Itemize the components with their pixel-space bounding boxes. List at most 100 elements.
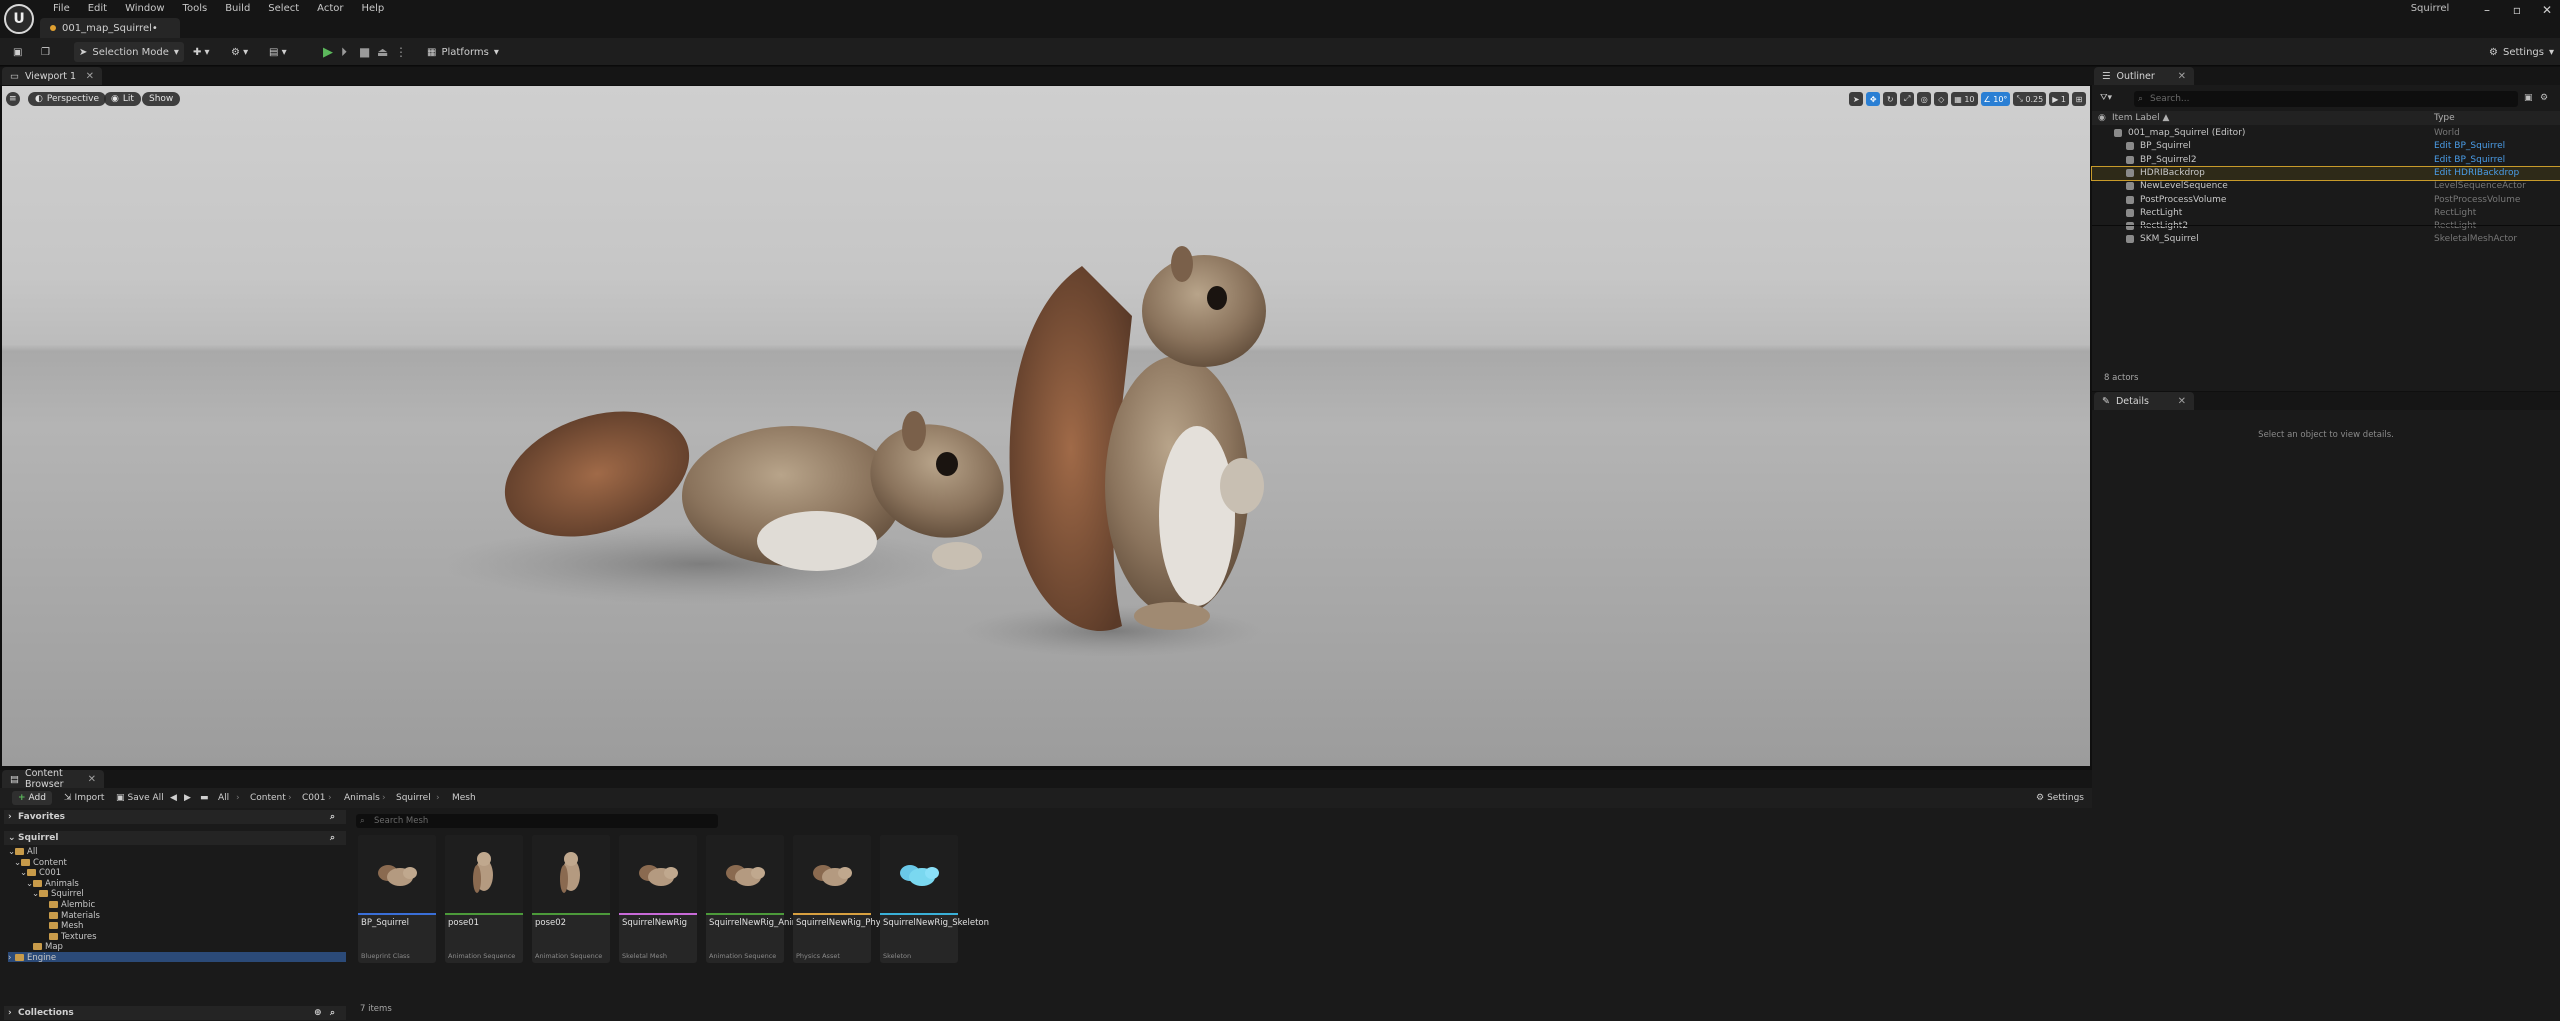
tree-folder-mesh[interactable]: Mesh	[42, 921, 83, 931]
step-button[interactable]: ⏵	[336, 42, 352, 62]
outliner-row[interactable]: SKM_Squirrel SkeletalMeshActor	[2092, 233, 2560, 246]
scale-snap-button[interactable]: ⤡ 0.25	[2013, 92, 2047, 106]
add-actor-button[interactable]: ✚ ▾	[188, 42, 215, 62]
add-collection-icon[interactable]: ⊕	[314, 1006, 322, 1020]
asset-tile[interactable]: pose02 Animation Sequence	[532, 835, 610, 963]
outliner-row[interactable]: NewLevelSequence LevelSequenceActor	[2092, 180, 2560, 193]
tree-folder-map[interactable]: Map	[26, 942, 63, 952]
gear-icon[interactable]: ⚙	[2540, 93, 2548, 103]
history-forward-icon[interactable]: ▶	[184, 791, 191, 805]
tab-outliner[interactable]: ☰ Outliner ✕	[2094, 67, 2194, 85]
tree-folder-engine[interactable]: › Engine	[8, 953, 56, 963]
outliner-search-input[interactable]: ⌕ Search...	[2134, 91, 2518, 107]
menu-edit[interactable]: Edit	[79, 2, 116, 16]
outliner-row[interactable]: BP_Squirrel2 Edit BP_Squirrel	[2092, 154, 2560, 167]
chevron-icon[interactable]: ⌄	[26, 879, 33, 889]
breadcrumb-c001[interactable]: C001	[302, 791, 325, 805]
platforms-button[interactable]: ▦ Platforms ▾	[422, 42, 504, 62]
play-options-button[interactable]: ⋮	[390, 42, 412, 62]
chevron-icon[interactable]: ⌄	[8, 847, 15, 857]
collections-header[interactable]: › Collections ⊕ ⌕	[4, 1006, 346, 1020]
chevron-icon[interactable]: ›	[8, 953, 15, 963]
visibility-icon[interactable]: ◉	[2098, 113, 2106, 123]
outliner-row[interactable]: 001_map_Squirrel (Editor) World	[2092, 127, 2560, 140]
asset-tile[interactable]: BP_Squirrel Blueprint Class	[358, 835, 436, 963]
select-tool-icon[interactable]: ➤	[1849, 92, 1864, 106]
viewport-menu-icon[interactable]: ≡	[6, 92, 20, 106]
menu-tools[interactable]: Tools	[174, 2, 217, 16]
add-folder-icon[interactable]: ▣	[2524, 93, 2533, 103]
play-button[interactable]: ▶	[318, 42, 338, 62]
outliner-row[interactable]: HDRIBackdrop Edit HDRIBackdrop	[2091, 165, 2560, 181]
search-icon[interactable]: ⌕	[330, 810, 335, 824]
asset-tile[interactable]: SquirrelNewRig_Skeleton Skeleton	[880, 835, 989, 963]
tree-folder-all[interactable]: ⌄ All	[8, 847, 38, 857]
menu-window[interactable]: Window	[116, 2, 173, 16]
tab-details[interactable]: ✎ Details ✕	[2094, 392, 2194, 410]
blueprint-button[interactable]: ⚙ ▾	[226, 42, 253, 62]
edit-blueprint-link[interactable]: Edit BP_Squirrel	[2434, 140, 2505, 153]
tree-folder-c001[interactable]: ⌄ C001	[20, 868, 61, 878]
menu-build[interactable]: Build	[216, 2, 259, 16]
edit-blueprint-link[interactable]: Edit HDRIBackdrop	[2434, 167, 2519, 180]
close-icon[interactable]: ✕	[88, 774, 96, 785]
search-icon[interactable]: ⌕	[330, 831, 335, 845]
breadcrumb-animals[interactable]: Animals	[344, 791, 380, 805]
menu-help[interactable]: Help	[352, 2, 393, 16]
cb-settings-button[interactable]: ⚙ Settings	[2036, 791, 2084, 805]
maximize-icon[interactable]: ▫	[2508, 2, 2526, 18]
save-all-button[interactable]: ▣ Save All	[116, 791, 164, 805]
chevron-icon[interactable]: ⌄	[20, 868, 27, 878]
translate-tool-icon[interactable]: ✥	[1866, 92, 1881, 106]
lit-button[interactable]: ◉ Lit	[104, 92, 141, 106]
col-item-label[interactable]: Item Label ▲	[2112, 113, 2169, 123]
edit-blueprint-link[interactable]: Edit BP_Squirrel	[2434, 154, 2505, 167]
rotation-snap-button[interactable]: ∠ 10°	[1980, 92, 2011, 106]
breadcrumb-mesh[interactable]: Mesh	[452, 791, 476, 805]
close-icon[interactable]: ✕	[2178, 396, 2186, 407]
perspective-button[interactable]: ◐ Perspective	[28, 92, 106, 106]
tree-folder-content[interactable]: ⌄ Content	[14, 858, 67, 868]
world-icon[interactable]: ◎	[1917, 92, 1932, 106]
cinematics-button[interactable]: ▤ ▾	[264, 42, 292, 62]
chevron-icon[interactable]: ⌄	[32, 889, 39, 899]
tree-folder-materials[interactable]: Materials	[42, 911, 100, 921]
import-button[interactable]: ⇲ Import	[64, 791, 104, 805]
selection-mode-button[interactable]: ➤ Selection Mode ▾	[74, 42, 184, 62]
menu-file[interactable]: File	[44, 2, 79, 16]
squirrel-section-header[interactable]: ⌄ Squirrel ⌕	[4, 831, 346, 845]
tree-folder-textures[interactable]: Textures	[42, 932, 97, 942]
chevron-icon[interactable]: ⌄	[14, 858, 21, 868]
history-back-icon[interactable]: ◀	[170, 791, 177, 805]
breadcrumb-squirrel[interactable]: Squirrel	[396, 791, 431, 805]
tab-content-browser[interactable]: ▤ Content Browser ✕	[2, 768, 104, 790]
tree-folder-animals[interactable]: ⌄ Animals	[26, 879, 79, 889]
asset-tile[interactable]: pose01 Animation Sequence	[445, 835, 523, 963]
filter-icon[interactable]: ⛛▾	[2100, 93, 2112, 103]
maximize-viewport-icon[interactable]: ⊞	[2072, 92, 2086, 106]
col-type[interactable]: Type	[2434, 113, 2455, 123]
outliner-row[interactable]: RectLight2 RectLight	[2092, 220, 2560, 233]
menu-select[interactable]: Select	[259, 2, 308, 16]
close-icon[interactable]: ✕	[2538, 2, 2556, 18]
map-tab[interactable]: 001_map_Squirrel•	[40, 18, 180, 38]
tab-viewport[interactable]: ▭ Viewport 1 ✕	[2, 67, 102, 85]
folder-icon[interactable]: ▬	[200, 791, 209, 805]
add-button[interactable]: + Add	[12, 791, 52, 805]
outliner-row[interactable]: PostProcessVolume PostProcessVolume	[2092, 194, 2560, 207]
save-icon[interactable]: ▣	[8, 42, 27, 62]
camera-speed-button[interactable]: ▶ 1	[2049, 92, 2069, 106]
close-icon[interactable]: ✕	[86, 71, 94, 82]
asset-tile[interactable]: SquirrelNewRig_Anim Animation Sequence	[706, 835, 800, 963]
level-viewport[interactable]: ≡ ◐ Perspective ◉ Lit Show ➤ ✥ ↻ ⤢ ◎ ◇ ▦…	[2, 86, 2090, 766]
asset-tile[interactable]: SquirrelNewRig_PhysicsAsset Physics Asset	[793, 835, 920, 963]
outliner-row[interactable]: RectLight RectLight	[2092, 207, 2560, 220]
outliner-row[interactable]: BP_Squirrel Edit BP_Squirrel	[2092, 140, 2560, 153]
menu-actor[interactable]: Actor	[308, 2, 352, 16]
asset-search-input[interactable]: ⌕ Search Mesh	[356, 814, 718, 828]
content-icon[interactable]: ❐	[36, 42, 55, 62]
settings-button[interactable]: ⚙ Settings ▾	[2484, 42, 2559, 62]
grid-snap-button[interactable]: ▦ 10	[1951, 92, 1978, 106]
tree-folder-alembic[interactable]: Alembic	[42, 900, 95, 910]
close-icon[interactable]: ✕	[2178, 71, 2186, 82]
